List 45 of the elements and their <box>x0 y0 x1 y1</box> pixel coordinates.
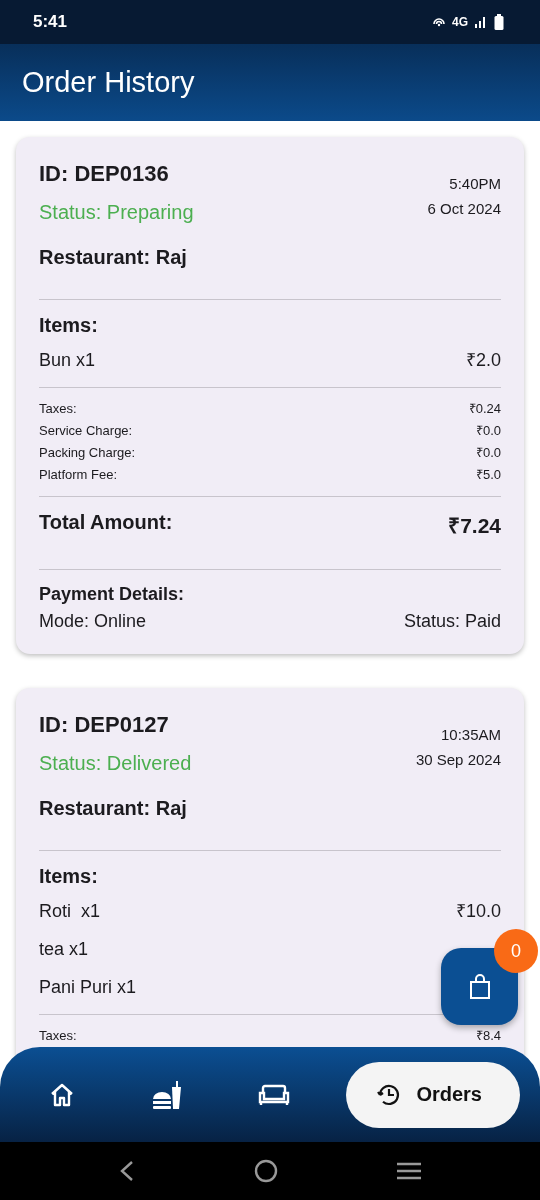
battery-icon <box>494 14 504 30</box>
item-price: ₹10.0 <box>455 900 501 923</box>
wifi-icon <box>432 15 446 29</box>
charge-label: Taxes: <box>39 1027 77 1045</box>
nav-tab[interactable]: Orders <box>346 1061 520 1128</box>
burger-drink-icon <box>150 1078 183 1111</box>
shopping-bag-icon <box>467 973 492 1000</box>
order-status: Status: Preparing <box>39 201 194 224</box>
charge-label: Platform Fee: <box>39 466 118 484</box>
payment-heading: Payment Details: <box>39 584 186 605</box>
order-date: 30 Sep 2024 <box>415 751 501 768</box>
status-time: 5:41 <box>33 12 68 32</box>
charge-value: ₹0.24 <box>468 400 501 418</box>
item-price: ₹2.0 <box>465 349 501 372</box>
total-amount: ₹7.24 <box>448 513 501 539</box>
charge-value: ₹8.4 <box>475 1027 501 1045</box>
menu-icon[interactable] <box>396 1161 421 1181</box>
restaurant-name: Restaurant: Raj <box>39 797 188 820</box>
charge-value: ₹0.0 <box>475 422 501 440</box>
charge-value: ₹5.0 <box>475 466 501 484</box>
order-time: 10:35AM <box>440 726 501 743</box>
charge-label: Packing Charge: <box>39 444 136 462</box>
sofa-icon <box>257 1082 290 1107</box>
items-heading: Items: <box>39 865 99 888</box>
order-time: 5:40PM <box>449 175 501 192</box>
order-id: ID: DEP0136 <box>39 161 170 187</box>
item-name: Bun x1 <box>39 349 96 372</box>
restaurant-name: Restaurant: Raj <box>39 246 188 269</box>
item-name: Pani Puri x1 <box>39 976 137 999</box>
total-label: Total Amount: <box>39 511 173 535</box>
order-status: Status: Delivered <box>39 752 192 775</box>
page-title: Order History <box>22 66 195 99</box>
item-name: tea x1 <box>39 938 89 961</box>
order-id: ID: DEP0127 <box>39 712 170 738</box>
payment-mode: Mode: Online <box>39 611 147 632</box>
signal-icon <box>474 15 488 29</box>
payment-status: Status: Paid <box>403 611 501 632</box>
charge-label: Taxes: <box>39 400 77 418</box>
home-circle-icon[interactable] <box>254 1159 278 1183</box>
network-type: 4G <box>452 15 468 29</box>
charge-value: ₹0.0 <box>475 444 501 462</box>
order-date: 6 Oct 2024 <box>427 200 501 217</box>
item-name: Roti x1 <box>39 900 101 923</box>
charge-label: Service Charge: <box>39 422 133 440</box>
items-heading: Items: <box>39 314 99 337</box>
